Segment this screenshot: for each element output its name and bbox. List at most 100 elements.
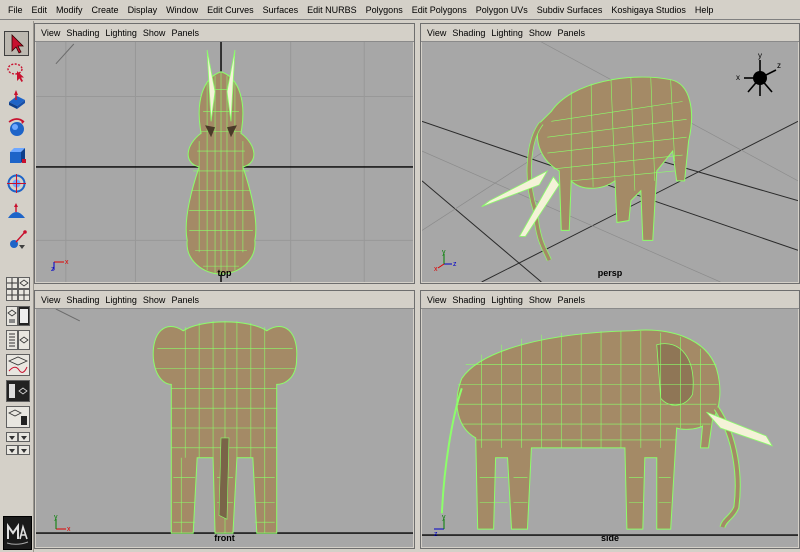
menu-edit-curves[interactable]: Edit Curves xyxy=(203,5,259,15)
elephant-persp-model xyxy=(481,76,692,262)
panel-menu-bar: View Shading Lighting Show Panels xyxy=(35,291,414,309)
layout-persp-outliner-button[interactable] xyxy=(18,277,30,289)
camera-label-top: top xyxy=(217,268,232,278)
viewport-front[interactable]: x y front xyxy=(36,309,413,547)
maya-logo-icon xyxy=(6,522,29,545)
panel-menu-show[interactable]: Show xyxy=(526,28,555,38)
layout-option-button-2[interactable] xyxy=(18,432,30,442)
side-scene xyxy=(422,329,798,536)
menu-modify[interactable]: Modify xyxy=(52,5,88,15)
show-manipulator-button[interactable] xyxy=(4,227,29,252)
maya-logo xyxy=(3,516,32,550)
menu-display[interactable]: Display xyxy=(124,5,163,15)
axis-label-x: x xyxy=(67,526,71,533)
menu-koshigaya-studios[interactable]: Koshigaya Studios xyxy=(607,5,691,15)
layout-option-button-3[interactable] xyxy=(6,445,18,455)
panel-menu-lighting[interactable]: Lighting xyxy=(488,28,526,38)
panel-menu-lighting[interactable]: Lighting xyxy=(488,295,526,305)
panel-menu-show[interactable]: Show xyxy=(526,295,555,305)
panel-menu-show[interactable]: Show xyxy=(140,28,169,38)
camera-label-side: side xyxy=(600,533,619,543)
universal-manipulator-button[interactable] xyxy=(4,171,29,196)
panel-menu-panels[interactable]: Panels xyxy=(554,28,588,38)
panel-menu-panels[interactable]: Panels xyxy=(168,28,202,38)
camera-label-front: front xyxy=(214,533,235,543)
layout-hypershade-button[interactable] xyxy=(18,306,30,326)
viewport-panel-persp: View Shading Lighting Show Panels y x z … xyxy=(420,23,800,284)
menu-edit-nurbs[interactable]: Edit NURBS xyxy=(303,5,362,15)
menu-window[interactable]: Window xyxy=(162,5,203,15)
persp-small-icon xyxy=(19,336,29,344)
layout-option-button-1[interactable] xyxy=(6,432,18,442)
menu-subdiv-surfaces[interactable]: Subdiv Surfaces xyxy=(533,5,608,15)
menu-polygon-uvs[interactable]: Polygon UVs xyxy=(472,5,533,15)
layout-graph-editor-button[interactable] xyxy=(6,354,30,376)
axis-label-z: z xyxy=(453,261,457,268)
viewport-side[interactable]: z y side xyxy=(422,309,798,547)
layout-persp-graph-button[interactable] xyxy=(6,306,18,326)
panel-menu-shading[interactable]: Shading xyxy=(449,295,488,305)
panel-menu-shading[interactable]: Shading xyxy=(63,295,102,305)
layout-two-vertical-button[interactable] xyxy=(6,289,18,301)
compass-label-y: y xyxy=(758,51,762,60)
select-tool-button[interactable] xyxy=(4,31,29,56)
viewport-top[interactable]: x z top xyxy=(36,42,413,282)
four-view-icon xyxy=(7,278,17,288)
viewport-panel-front: View Shading Lighting Show Panels x y fr… xyxy=(34,290,415,549)
panel-menu-shading[interactable]: Shading xyxy=(63,28,102,38)
panel-menu-panels[interactable]: Panels xyxy=(168,295,202,305)
layout-option-button-4[interactable] xyxy=(18,445,30,455)
menu-polygons[interactable]: Polygons xyxy=(362,5,408,15)
lasso-select-icon xyxy=(7,63,24,82)
layout-four-alt-button[interactable] xyxy=(18,289,30,301)
soft-modification-button[interactable] xyxy=(4,199,29,224)
universal-manipulator-icon xyxy=(7,174,26,193)
panel-menu-lighting[interactable]: Lighting xyxy=(102,28,140,38)
menu-surfaces[interactable]: Surfaces xyxy=(259,5,304,15)
axis-label-x: x xyxy=(65,259,69,266)
graph-editor-icon xyxy=(8,356,28,373)
layout-four-view-button[interactable] xyxy=(6,277,18,289)
move-tool-icon xyxy=(9,90,25,109)
layout-hypergraph-button[interactable] xyxy=(6,406,30,428)
toolbox xyxy=(0,21,34,552)
scale-tool-button[interactable] xyxy=(4,143,29,168)
panel-menu-bar: View Shading Lighting Show Panels xyxy=(421,291,799,309)
panel-menu-panels[interactable]: Panels xyxy=(554,295,588,305)
panel-menu-view[interactable]: View xyxy=(38,295,63,305)
axis-label-y: y xyxy=(442,249,446,256)
layout-persp-outliner2-button[interactable] xyxy=(18,330,30,350)
show-manipulator-icon xyxy=(10,230,27,249)
panel-menu-shading[interactable]: Shading xyxy=(449,28,488,38)
select-arrow-icon xyxy=(11,34,24,54)
grid-view-icon xyxy=(19,290,29,300)
panel-menu-view[interactable]: View xyxy=(38,28,63,38)
panel-menu-show[interactable]: Show xyxy=(140,295,169,305)
persp-graph-icon xyxy=(7,309,17,323)
dope-sheet-icon xyxy=(9,384,28,398)
lasso-tool-button[interactable] xyxy=(4,59,29,84)
viewport-persp[interactable]: y x z x y z persp xyxy=(422,42,798,282)
layout-dope-sheet-button[interactable] xyxy=(6,380,30,402)
panel-menu-view[interactable]: View xyxy=(424,295,449,305)
chevron-down-icon xyxy=(9,449,15,453)
menu-edit[interactable]: Edit xyxy=(28,5,53,15)
rotate-tool-button[interactable] xyxy=(4,115,29,140)
compass-label-z: z xyxy=(777,61,781,70)
menu-file[interactable]: File xyxy=(4,5,28,15)
menu-edit-polygons[interactable]: Edit Polygons xyxy=(408,5,472,15)
axis-label-y: y xyxy=(442,514,446,521)
elephant-front-model xyxy=(152,320,298,534)
view-compass[interactable]: y x z xyxy=(732,48,788,104)
menu-help[interactable]: Help xyxy=(691,5,719,15)
layout-outliner-button[interactable] xyxy=(6,330,18,350)
panel-menu-lighting[interactable]: Lighting xyxy=(102,295,140,305)
panel-menu-view[interactable]: View xyxy=(424,28,449,38)
soft-modification-icon xyxy=(8,203,25,218)
chevron-down-icon xyxy=(21,449,27,453)
chevron-down-icon xyxy=(21,436,27,440)
move-tool-button[interactable] xyxy=(4,87,29,112)
viewport-panel-top: View Shading Lighting Show Panels x z to… xyxy=(34,23,415,284)
front-scene xyxy=(36,309,413,534)
menu-create[interactable]: Create xyxy=(88,5,124,15)
